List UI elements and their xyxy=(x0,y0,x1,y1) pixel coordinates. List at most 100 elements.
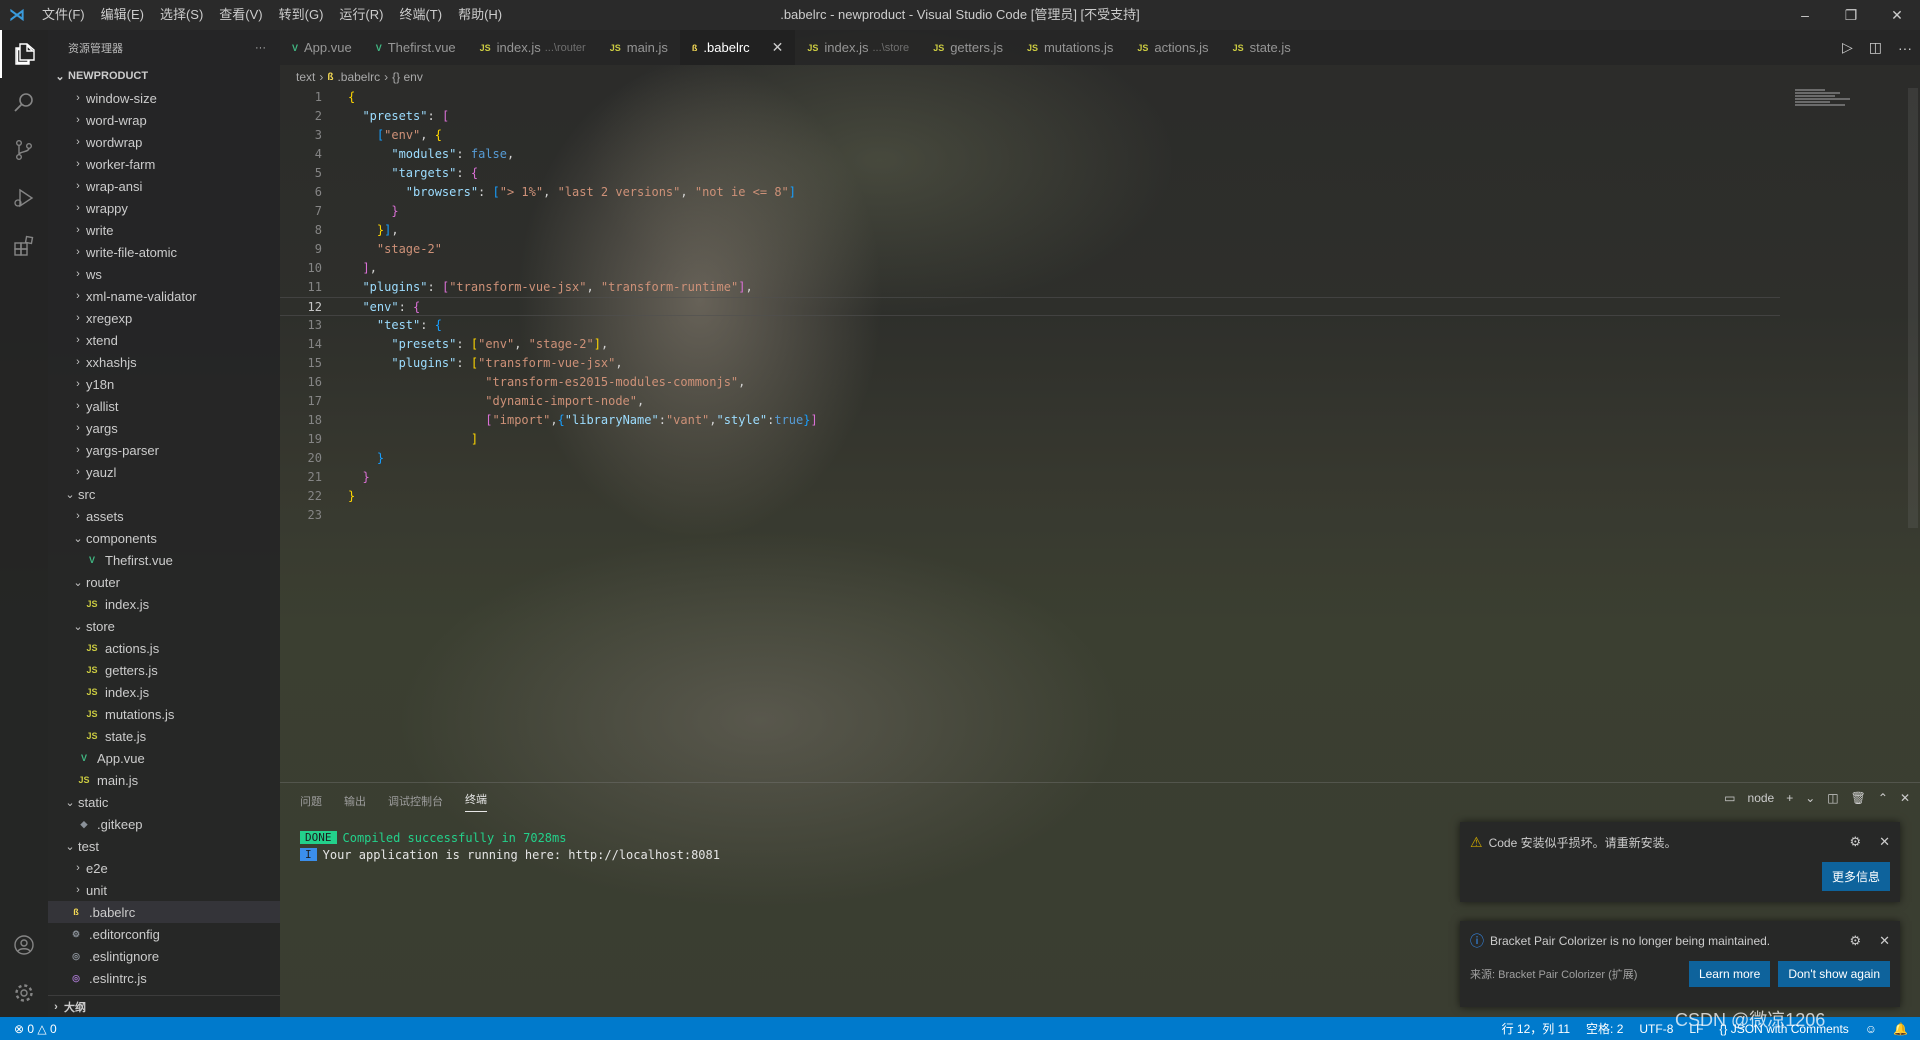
trash-icon[interactable]: 🗑 xyxy=(1851,791,1866,805)
tree-folder[interactable]: › yargs-parser xyxy=(48,439,280,461)
chevron-down-icon[interactable]: ⌄ xyxy=(1805,791,1815,805)
tree-file[interactable]: ◎ .eslintrc.js xyxy=(48,967,280,989)
dont-show-again-button[interactable]: Don't show again xyxy=(1778,961,1890,987)
more-editor-actions-icon[interactable]: ··· xyxy=(1898,40,1912,56)
menu-go[interactable]: 转到(G) xyxy=(271,0,332,30)
breadcrumb-file[interactable]: .babelrc xyxy=(337,70,380,84)
tree-file[interactable]: ß .babelrc xyxy=(48,901,280,923)
account-icon[interactable] xyxy=(0,921,48,969)
tree-file[interactable]: JS state.js xyxy=(48,725,280,747)
editor-tab[interactable]: ß .babelrc ✕ xyxy=(679,30,796,65)
tree-file[interactable]: V Thefirst.vue xyxy=(48,549,280,571)
tree-folder[interactable]: › assets xyxy=(48,505,280,527)
scrollbar-thumb[interactable] xyxy=(1908,88,1918,528)
minimap[interactable] xyxy=(1795,88,1855,128)
code-editor[interactable]: 1{2 "presets": [3 ["env", {4 "modules": … xyxy=(280,88,1780,528)
tree-folder[interactable]: ⌄ test xyxy=(48,835,280,857)
search-icon[interactable] xyxy=(0,78,48,126)
panel-tab[interactable]: 输出 xyxy=(344,793,366,809)
menu-view[interactable]: 查看(V) xyxy=(211,0,270,30)
learn-more-button[interactable]: Learn more xyxy=(1688,961,1771,987)
editor-tab[interactable]: V Thefirst.vue xyxy=(364,30,468,65)
tree-file[interactable]: JS mutations.js xyxy=(48,703,280,725)
problems-status[interactable]: ⊗ 0 △ 0 xyxy=(14,1022,57,1036)
tree-folder[interactable]: ⌄ static xyxy=(48,791,280,813)
workspace-root[interactable]: ⌄ NEWPRODUCT xyxy=(48,65,280,87)
menu-selection[interactable]: 选择(S) xyxy=(152,0,211,30)
tree-folder[interactable]: ⌄ store xyxy=(48,615,280,637)
editor-tab[interactable]: JS index.js ...\router xyxy=(468,30,598,65)
cursor-position[interactable]: 行 12，列 11 xyxy=(1502,1020,1570,1037)
panel-tab[interactable]: 终端 xyxy=(465,791,487,812)
tree-folder[interactable]: › wordwrap xyxy=(48,131,280,153)
new-terminal-icon[interactable]: + xyxy=(1786,791,1793,805)
run-file-icon[interactable]: ▷ xyxy=(1842,39,1853,56)
tree-folder[interactable]: › xml-name-validator xyxy=(48,285,280,307)
menu-help[interactable]: 帮助(H) xyxy=(450,0,510,30)
tree-folder[interactable]: ⌄ components xyxy=(48,527,280,549)
more-info-button[interactable]: 更多信息 xyxy=(1821,862,1890,891)
gear-icon[interactable]: ⚙ xyxy=(1849,933,1861,949)
menu-run[interactable]: 运行(R) xyxy=(331,0,391,30)
panel-tab[interactable]: 问题 xyxy=(300,793,322,809)
feedback-icon[interactable]: ☺ xyxy=(1865,1022,1877,1036)
explorer-icon[interactable] xyxy=(0,30,48,78)
split-terminal-icon[interactable]: ◫ xyxy=(1827,791,1838,805)
tree-folder[interactable]: › wrap-ansi xyxy=(48,175,280,197)
tree-folder[interactable]: › write-file-atomic xyxy=(48,241,280,263)
terminal-select[interactable]: node xyxy=(1748,791,1775,805)
editor-tab[interactable]: JS state.js xyxy=(1221,30,1303,65)
outline-section[interactable]: › 大纲 xyxy=(48,995,280,1017)
tree-folder[interactable]: › ws xyxy=(48,263,280,285)
maximize-panel-icon[interactable]: ⌃ xyxy=(1878,791,1888,805)
tree-folder[interactable]: › yargs xyxy=(48,417,280,439)
tree-file[interactable]: ◎ .eslintignore xyxy=(48,945,280,967)
editor-tab[interactable]: JS index.js ...\store xyxy=(795,30,921,65)
tree-folder[interactable]: › xtend xyxy=(48,329,280,351)
tree-folder[interactable]: › window-size xyxy=(48,87,280,109)
menu-file[interactable]: 文件(F) xyxy=(34,0,93,30)
tree-file[interactable]: JS getters.js xyxy=(48,659,280,681)
tree-folder[interactable]: ⌄ src xyxy=(48,483,280,505)
breadcrumb-root[interactable]: text xyxy=(296,70,315,84)
restore-button[interactable]: ❐ xyxy=(1828,0,1874,30)
tree-folder[interactable]: › yauzl xyxy=(48,461,280,483)
editor-scrollbar[interactable] xyxy=(1906,88,1920,528)
tree-folder[interactable]: › e2e xyxy=(48,857,280,879)
run-debug-icon[interactable] xyxy=(0,174,48,222)
tree-folder[interactable]: › unit xyxy=(48,879,280,901)
encoding-status[interactable]: UTF-8 xyxy=(1639,1022,1673,1036)
tree-file[interactable]: V App.vue xyxy=(48,747,280,769)
editor-tab[interactable]: V App.vue xyxy=(280,30,364,65)
tree-folder[interactable]: › xxhashjs xyxy=(48,351,280,373)
editor-tab[interactable]: JS actions.js xyxy=(1125,30,1220,65)
gear-icon[interactable]: ⚙ xyxy=(1849,834,1861,850)
tree-folder[interactable]: ⌄ router xyxy=(48,571,280,593)
tree-file[interactable]: JS index.js xyxy=(48,681,280,703)
tree-folder[interactable]: › xregexp xyxy=(48,307,280,329)
extensions-icon[interactable] xyxy=(0,222,48,270)
tree-folder[interactable]: › worker-farm xyxy=(48,153,280,175)
close-icon[interactable]: ✕ xyxy=(1879,933,1890,949)
tree-file[interactable]: JS index.js xyxy=(48,593,280,615)
close-icon[interactable]: ✕ xyxy=(1879,834,1890,850)
source-control-icon[interactable] xyxy=(0,126,48,174)
close-tab-icon[interactable]: ✕ xyxy=(772,39,784,56)
tree-file[interactable]: JS main.js xyxy=(48,769,280,791)
settings-gear-icon[interactable] xyxy=(0,969,48,1017)
split-editor-icon[interactable]: ◫ xyxy=(1869,39,1882,56)
tree-folder[interactable]: › wrappy xyxy=(48,197,280,219)
panel-tab[interactable]: 调试控制台 xyxy=(388,793,443,809)
notifications-bell-icon[interactable]: 🔔 xyxy=(1893,1022,1908,1036)
minimize-button[interactable]: – xyxy=(1782,0,1828,30)
editor-tab[interactable]: JS mutations.js xyxy=(1015,30,1125,65)
tree-file[interactable]: ⚙ .editorconfig xyxy=(48,923,280,945)
breadcrumb-symbol[interactable]: {} env xyxy=(392,70,423,84)
tree-folder[interactable]: › write xyxy=(48,219,280,241)
close-panel-icon[interactable]: ✕ xyxy=(1900,791,1910,805)
editor-tab[interactable]: JS getters.js xyxy=(921,30,1015,65)
menu-terminal[interactable]: 终端(T) xyxy=(391,0,450,30)
editor-tab[interactable]: JS main.js xyxy=(598,30,680,65)
menu-edit[interactable]: 编辑(E) xyxy=(93,0,152,30)
tree-folder[interactable]: › y18n xyxy=(48,373,280,395)
